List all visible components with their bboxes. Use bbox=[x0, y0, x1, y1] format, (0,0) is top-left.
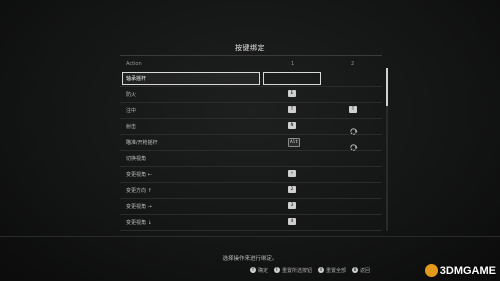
binding-row[interactable]: 变更视角 ↓ 4 bbox=[120, 215, 382, 231]
action-label: 射击 bbox=[126, 124, 137, 130]
key-binding-1[interactable]: Alt bbox=[288, 138, 301, 147]
button-glyph-icon: F bbox=[274, 267, 281, 273]
table-header: Action 1 2 bbox=[126, 61, 376, 70]
binding-row[interactable]: 变更视角 → 3 bbox=[120, 199, 382, 215]
binding-row[interactable]: 瞄准/开枪摇杆 Alt bbox=[120, 135, 382, 151]
binding-row[interactable]: 变更视角 ← ↑ bbox=[120, 167, 382, 183]
action-label: 变更视角 ↓ bbox=[126, 220, 152, 226]
action-label: 变更视角 → bbox=[126, 204, 152, 210]
action-label: 注中 bbox=[126, 108, 137, 114]
watermark-text: 3DMGAME bbox=[439, 264, 496, 277]
control-hint[interactable]: B 返回 bbox=[352, 267, 370, 274]
header-action: Action bbox=[126, 61, 142, 67]
mouse-icon[interactable] bbox=[349, 137, 358, 151]
binding-row[interactable]: 切换视角 bbox=[120, 151, 382, 167]
action-label: 变更视角 ← bbox=[126, 172, 152, 178]
footer-divider bbox=[0, 236, 500, 237]
page-title: 按键绑定 bbox=[235, 44, 265, 52]
title-divider bbox=[120, 55, 382, 56]
action-label: 切换视角 bbox=[126, 156, 147, 162]
key-binding-2[interactable]: T bbox=[349, 106, 357, 113]
action-label: 变更方向 ↑ bbox=[126, 188, 152, 194]
key-binding-1[interactable]: T bbox=[288, 106, 296, 113]
button-glyph-icon: B bbox=[352, 267, 359, 273]
watermark-logo-icon bbox=[424, 264, 438, 277]
binding-list: 轴承摇杆防火 E 注中 T T 射击 N 瞄准/开枪摇杆 Alt 切换视角变更视角 ← ↑ 变更方向 … bbox=[120, 71, 382, 231]
action-label: 瞄准/开枪摇杆 bbox=[126, 140, 158, 146]
keybinding-screen: 按键绑定 Action 1 2 轴承摇杆防火 E 注中 T T 射击 N 瞄准/开枪摇杆 Alt… bbox=[0, 0, 500, 281]
header-binding-1: 1 bbox=[291, 61, 295, 67]
control-hint-label: 确定 bbox=[258, 267, 269, 274]
control-hint-label: 返回 bbox=[360, 267, 371, 274]
key-binding-1[interactable]: E bbox=[288, 90, 296, 97]
key-binding-1[interactable]: 4 bbox=[288, 218, 296, 225]
control-hint[interactable]: X 重置全部 bbox=[318, 267, 346, 274]
control-hint-label: 重置全部 bbox=[326, 267, 347, 274]
control-hint-label: 重置所选按钮 bbox=[282, 267, 313, 274]
action-label: 防火 bbox=[126, 92, 137, 98]
control-hints: Y 确定 F 重置所选按钮 X 重置全部 B 返回 bbox=[250, 265, 370, 275]
key-binding-1[interactable]: 2 bbox=[288, 186, 296, 193]
binding-row[interactable]: 防火 E bbox=[120, 87, 382, 103]
key-binding-1[interactable]: 3 bbox=[288, 202, 296, 209]
key-binding-1[interactable]: ↑ bbox=[288, 170, 296, 177]
hint-text: 选择操作来进行绑定。 bbox=[222, 256, 278, 262]
control-hint[interactable]: F 重置所选按钮 bbox=[274, 267, 312, 274]
button-glyph-icon: X bbox=[318, 267, 325, 273]
watermark: 3DMGAME bbox=[424, 264, 496, 277]
scrollbar[interactable] bbox=[386, 68, 388, 231]
binding-row[interactable]: 射击 N bbox=[120, 119, 382, 135]
binding-row[interactable]: 注中 T T bbox=[120, 103, 382, 119]
mouse-icon[interactable] bbox=[349, 121, 358, 135]
action-label: 轴承摇杆 bbox=[126, 76, 147, 82]
control-hint[interactable]: Y 确定 bbox=[250, 267, 268, 274]
binding-row[interactable]: 变更方向 ↑ 2 bbox=[120, 183, 382, 199]
button-glyph-icon: Y bbox=[250, 267, 256, 273]
scrollbar-thumb[interactable] bbox=[386, 68, 388, 106]
binding-row[interactable]: 轴承摇杆 bbox=[120, 71, 382, 87]
key-binding-1[interactable]: N bbox=[288, 122, 296, 129]
header-binding-2: 2 bbox=[351, 61, 355, 67]
selected-binding-slot[interactable] bbox=[263, 72, 321, 85]
